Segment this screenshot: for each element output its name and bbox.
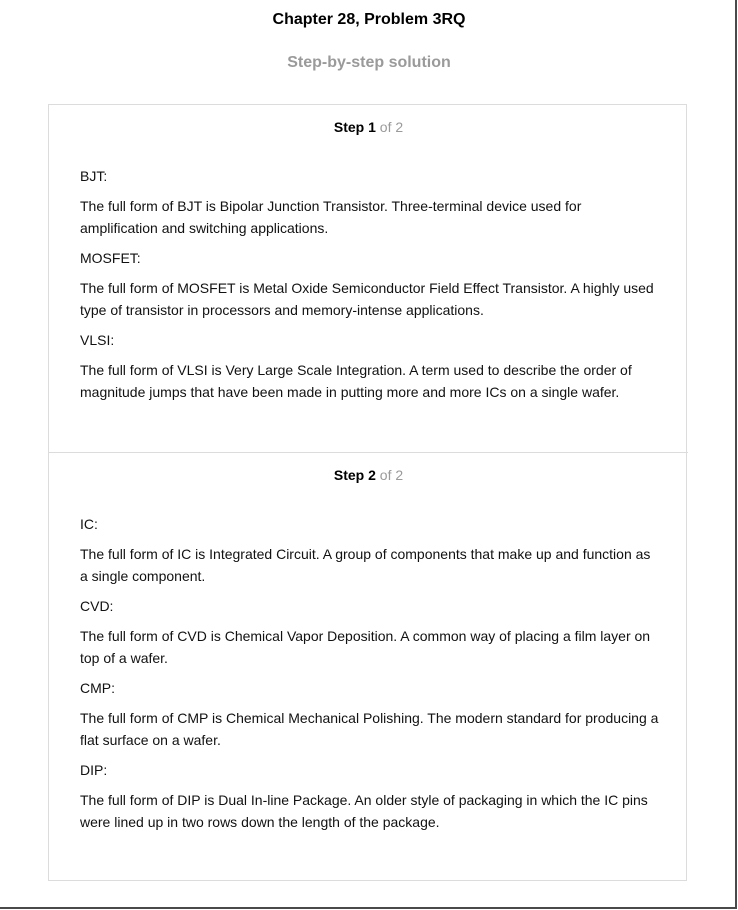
step-2-label: Step: [333, 467, 365, 483]
step-2-total: of 2: [379, 467, 404, 483]
term-mosfet: MOSFET:: [80, 250, 141, 266]
step-2-section: Step 2 of 2 IC: The full form of IC is I…: [49, 453, 688, 881]
term-cmp: CMP:: [80, 680, 115, 696]
term-ic: IC:: [80, 516, 98, 532]
step-1-number: 1: [368, 119, 376, 135]
desc-bjt: The full form of BJT is Bipolar Junction…: [80, 198, 582, 236]
step-2-number: 2: [368, 467, 376, 483]
desc-cvd: The full form of CVD is Chemical Vapor D…: [80, 628, 651, 666]
step-1-label: Step: [333, 119, 365, 135]
step-2-body: IC: The full form of IC is Integrated Ci…: [80, 513, 660, 841]
step-1-total: of 2: [379, 119, 404, 135]
step-1-section: Step 1 of 2 BJT: The full form of BJT is…: [49, 105, 688, 453]
page-title: Chapter 28, Problem 3RQ: [272, 11, 466, 28]
desc-mosfet: The full form of MOSFET is Metal Oxide S…: [80, 280, 654, 318]
desc-cmp: The full form of CMP is Chemical Mechani…: [80, 710, 659, 748]
term-dip: DIP:: [80, 762, 108, 778]
term-bjt: BJT:: [80, 168, 108, 184]
desc-dip: The full form of DIP is Dual In-line Pac…: [80, 792, 648, 830]
term-vlsi: VLSI:: [80, 332, 115, 348]
page-subtitle: Step-by-step solution: [287, 54, 451, 71]
step-1-body: BJT: The full form of BJT is Bipolar Jun…: [80, 165, 660, 411]
step-2-header: Step 2 of 2: [49, 467, 688, 483]
desc-ic: The full form of IC is Integrated Circui…: [80, 546, 651, 584]
step-1-header: Step 1 of 2: [49, 119, 688, 135]
term-cvd: CVD:: [80, 598, 114, 614]
desc-vlsi: The full form of VLSI is Very Large Scal…: [80, 362, 632, 400]
solution-container: Step 1 of 2 BJT: The full form of BJT is…: [48, 104, 688, 881]
